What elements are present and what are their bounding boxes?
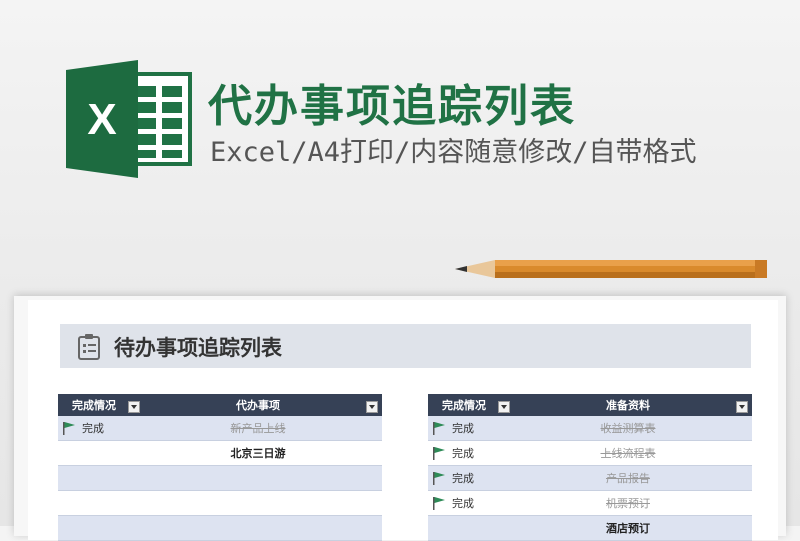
pencil-icon — [455, 260, 767, 278]
column-header-item: 代办事项 — [134, 397, 382, 413]
table-row[interactable]: 完成 收益测算表 — [428, 416, 752, 441]
banner-title: 代办事项追踪列表 — [208, 81, 576, 132]
sheet-title: 待办事项追踪列表 — [114, 336, 282, 360]
flag-icon — [63, 422, 75, 435]
flag-icon — [433, 472, 445, 485]
filter-dropdown-icon[interactable] — [366, 401, 378, 413]
sheet-header: 待办事项追踪列表 — [60, 324, 751, 368]
excel-logo-letter: X — [87, 95, 116, 144]
flag-icon — [433, 497, 445, 510]
status-cell: 完成 — [452, 497, 474, 510]
excel-logo-icon: X — [66, 60, 192, 178]
todo-table: 完成情况 代办事项 完成 新产品上线 北京三日游 — [58, 394, 382, 541]
column-header-materials: 准备资料 — [504, 397, 752, 413]
status-cell: 完成 — [452, 472, 474, 485]
item-cell: 北京三日游 — [230, 447, 286, 460]
column-header-status: 完成情况 — [428, 397, 510, 413]
table-row[interactable]: 完成 新产品上线 — [58, 416, 382, 441]
item-cell: 酒店预订 — [606, 522, 650, 535]
table-row[interactable]: 完成 产品报告 — [428, 466, 752, 491]
table-header: 完成情况 代办事项 — [58, 394, 382, 416]
item-cell: 上线流程表 — [600, 447, 656, 460]
table-row[interactable]: 完成 上线流程表 — [428, 441, 752, 466]
clipboard-checklist-icon — [78, 334, 100, 360]
flag-icon — [433, 422, 445, 435]
table-row[interactable] — [58, 466, 382, 491]
table-row[interactable] — [58, 491, 382, 516]
flag-icon — [433, 447, 445, 460]
item-cell: 机票预订 — [606, 497, 650, 510]
table-row[interactable] — [58, 516, 382, 541]
filter-dropdown-icon[interactable] — [736, 401, 748, 413]
table-row[interactable]: 酒店预订 — [428, 516, 752, 541]
status-cell: 完成 — [452, 447, 474, 460]
banner-subtitle: Excel/A4打印/内容随意修改/自带格式 — [210, 137, 697, 168]
table-row[interactable]: 完成 机票预订 — [428, 491, 752, 516]
item-cell: 新产品上线 — [230, 422, 286, 435]
status-cell: 完成 — [82, 422, 104, 435]
materials-table: 完成情况 准备资料 完成 收益测算表 完成 上线流程表 完成 产品报告 完成 机… — [428, 394, 752, 541]
table-header: 完成情况 准备资料 — [428, 394, 752, 416]
item-cell: 产品报告 — [606, 472, 650, 485]
column-header-status: 完成情况 — [58, 397, 140, 413]
status-cell: 完成 — [452, 422, 474, 435]
table-row[interactable]: 北京三日游 — [58, 441, 382, 466]
item-cell: 收益测算表 — [600, 422, 656, 435]
